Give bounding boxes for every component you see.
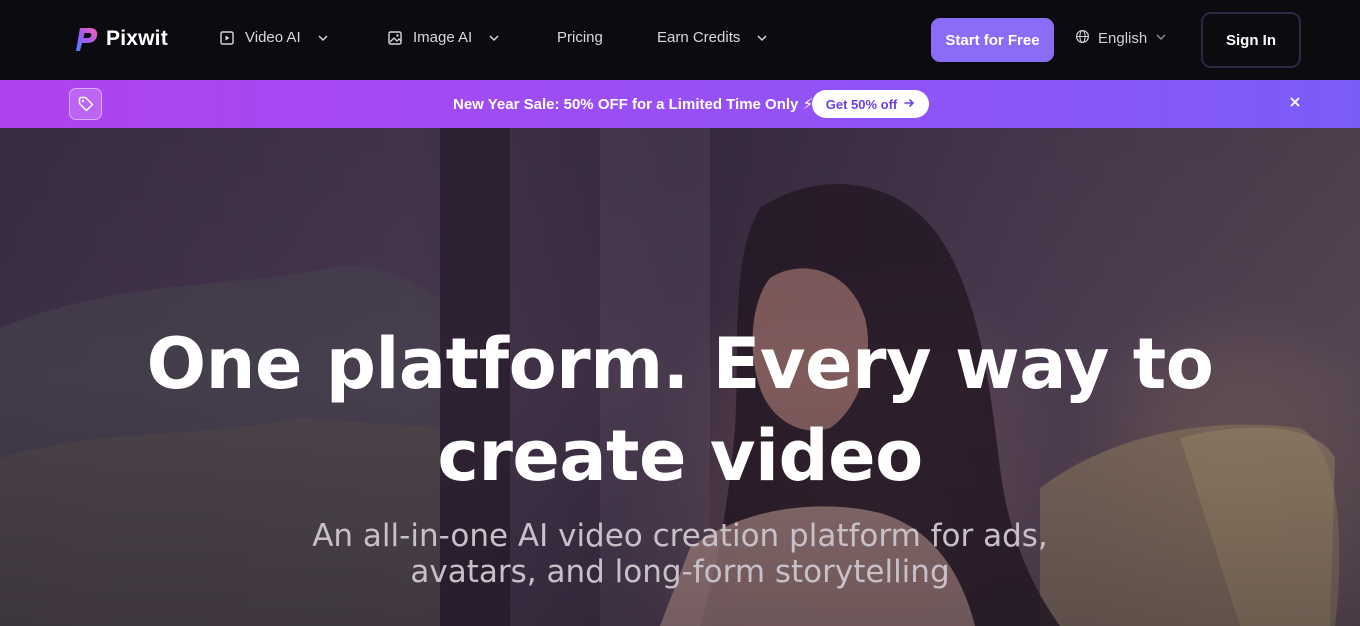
hero-subtitle-line-1: An all-in-one AI video creation platform… <box>312 518 1048 554</box>
video-play-icon <box>219 30 235 46</box>
pixwit-logo-icon <box>76 28 98 51</box>
chevron-down-icon <box>488 32 500 44</box>
nav-image-ai-label: Image AI <box>413 29 473 46</box>
nav-image-ai[interactable]: Image AI <box>387 29 500 46</box>
nav-pricing[interactable]: Pricing <box>557 29 603 46</box>
price-tag-icon <box>69 88 102 120</box>
nav-earn-credits-label: Earn Credits <box>657 29 741 46</box>
brand-logo[interactable]: Pixwit <box>70 24 168 54</box>
hero-subtitle: An all-in-one AI video creation platform… <box>0 518 1360 590</box>
close-icon <box>1289 95 1301 113</box>
hero-subtitle-line-2: avatars, and long-form storytelling <box>410 554 950 590</box>
hero-title: One platform. Every way to create video <box>0 318 1360 502</box>
nav-video-ai[interactable]: Video AI <box>219 29 329 46</box>
chevron-down-icon <box>317 32 329 44</box>
hero-title-line-1: One platform. Every way to <box>146 323 1214 405</box>
promo-banner: New Year Sale: 50% OFF for a Limited Tim… <box>0 80 1360 128</box>
sign-in-button[interactable]: Sign In <box>1201 12 1301 68</box>
top-nav: Pixwit Video AI Image AI Pricing Earn Cr… <box>0 0 1360 80</box>
chevron-down-icon <box>756 32 768 44</box>
get-discount-button[interactable]: Get 50% off <box>812 90 929 118</box>
language-selector[interactable]: English <box>1075 29 1167 48</box>
arrow-right-icon <box>903 97 915 112</box>
promo-text: New Year Sale: 50% OFF for a Limited Tim… <box>453 96 814 113</box>
nav-earn-credits[interactable]: Earn Credits <box>657 29 768 46</box>
start-for-free-button[interactable]: Start for Free <box>931 18 1054 62</box>
brand-name: Pixwit <box>106 27 168 50</box>
globe-icon <box>1075 29 1090 48</box>
image-icon <box>387 30 403 46</box>
hero-section: One platform. Every way to create video … <box>0 128 1360 626</box>
hero-title-line-2: create video <box>437 415 923 497</box>
get-discount-label: Get 50% off <box>825 96 898 112</box>
language-label: English <box>1098 30 1148 47</box>
chevron-down-icon <box>1155 30 1167 47</box>
close-banner-button[interactable] <box>1285 94 1305 114</box>
nav-pricing-label: Pricing <box>557 29 603 46</box>
nav-video-ai-label: Video AI <box>245 29 301 46</box>
